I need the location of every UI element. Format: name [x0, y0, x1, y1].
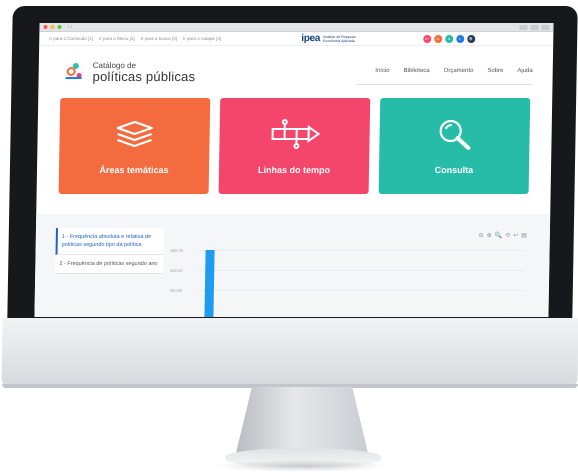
main-menu: Início Biblioteca Orçamento Sobre Ajuda [375, 68, 533, 74]
card-label: Linhas do tempo [257, 165, 331, 175]
maximize-dot[interactable] [57, 25, 62, 29]
close-dot[interactable] [43, 25, 48, 29]
menu-item-ajuda[interactable]: Ajuda [517, 68, 532, 74]
zoom-in-icon[interactable]: ⊕ [487, 232, 492, 239]
menu-item-orcamento[interactable]: Orçamento [444, 68, 474, 74]
menu-underline [356, 84, 533, 85]
search-icon [436, 117, 473, 151]
font-increase-button[interactable]: A+ [423, 34, 432, 43]
timeline-icon [268, 117, 321, 151]
accessibility-icon[interactable]: ♿ [467, 34, 476, 43]
browser-button[interactable] [530, 24, 539, 30]
ipea-logo[interactable]: ipea Instituto de Pesquisa Econômica Apl… [301, 33, 363, 44]
card-areas-tematicas[interactable]: Áreas temáticas [58, 98, 211, 194]
magnify-icon[interactable]: 🔍 [495, 232, 503, 239]
y-tick-label: 200.00 [169, 288, 183, 293]
zoom-out-icon[interactable]: ⊖ [479, 232, 484, 239]
chart-list-item[interactable]: 2 - Frequência de políticas segundo ano [55, 255, 164, 274]
chart-list: 1 - Frequência absoluta e relativa de po… [55, 228, 164, 274]
layers-icon [114, 117, 155, 151]
feature-cards: Áreas temáticas Linhas do tempo Consulta [37, 98, 553, 194]
y-tick-label: 400.00 [170, 268, 183, 273]
ipea-logo-subtitle: Instituto de Pesquisa Econômica Aplicada [323, 34, 356, 43]
grid-line [197, 290, 524, 291]
contrast-icon[interactable]: ◐ [456, 34, 465, 43]
chart-toolbar: ⊖ ⊕ 🔍 ⟲ ↩ ▤ [479, 232, 527, 239]
back-forward-icon[interactable]: ‹ › [67, 24, 72, 30]
menu-icon[interactable]: ▤ [521, 232, 527, 239]
skip-link-menu[interactable]: Ir para o Menu [2] [99, 36, 135, 41]
monitor-stand-neck [236, 387, 368, 453]
menu-item-sobre[interactable]: Sobre [487, 68, 503, 74]
accessibility-toggles: A+ A- A ◐ ♿ [423, 34, 476, 43]
grid-line [198, 250, 525, 251]
screen: ‹ › Ir para o Conteúdo [1] Ir para o Men… [34, 23, 554, 317]
accessibility-bar: Ir para o Conteúdo [1] Ir para o Menu [2… [39, 32, 554, 46]
browser-chrome: ‹ › [39, 23, 554, 32]
y-tick-label: 600.00 [170, 248, 183, 253]
chart-panel: 1 - Frequência absoluta e relativa de po… [34, 214, 551, 317]
card-consulta[interactable]: Consulta [378, 98, 531, 194]
font-decrease-button[interactable]: A- [434, 34, 443, 43]
chart-bar[interactable] [204, 250, 215, 317]
menu-item-biblioteca[interactable]: Biblioteca [404, 68, 430, 74]
undo-icon[interactable]: ↩ [513, 232, 518, 239]
stand-shadow [214, 460, 390, 472]
card-label: Consulta [434, 165, 474, 175]
skip-links: Ir para o Conteúdo [1] Ir para o Menu [2… [49, 36, 249, 41]
browser-button[interactable] [519, 24, 528, 30]
minimize-dot[interactable] [50, 25, 55, 29]
menu-item-inicio[interactable]: Início [375, 68, 389, 74]
bar-chart: ⊖ ⊕ 🔍 ⟲ ↩ ▤ 600.00 400.00 200.00 [169, 228, 531, 317]
reset-icon[interactable]: ⟲ [505, 232, 510, 239]
monitor-chin [1, 318, 578, 388]
skip-link-footer[interactable]: Ir para o rodapé [4] [183, 36, 221, 41]
logo-big-text: políticas públicas [92, 68, 196, 84]
site-header: Catálogo de políticas públicas Início Bi… [38, 46, 553, 98]
browser-buttons [519, 24, 550, 30]
catalog-logo-icon[interactable] [65, 61, 87, 83]
chart-list-item[interactable]: 1 - Frequência absoluta e relativa de po… [55, 228, 164, 255]
card-label: Áreas temáticas [99, 165, 169, 175]
grid-line [198, 270, 525, 271]
catalog-logo-text[interactable]: Catálogo de políticas públicas [92, 61, 196, 84]
browser-button[interactable] [541, 24, 550, 30]
scene: ‹ › Ir para o Conteúdo [1] Ir para o Men… [0, 0, 578, 475]
skip-link-content[interactable]: Ir para o Conteúdo [1] [49, 36, 93, 41]
font-reset-button[interactable]: A [445, 34, 454, 43]
skip-link-search[interactable]: Ir para a busca [3] [141, 36, 177, 41]
card-linhas-do-tempo[interactable]: Linhas do tempo [218, 98, 371, 194]
ipea-logo-word: ipea [301, 33, 321, 44]
